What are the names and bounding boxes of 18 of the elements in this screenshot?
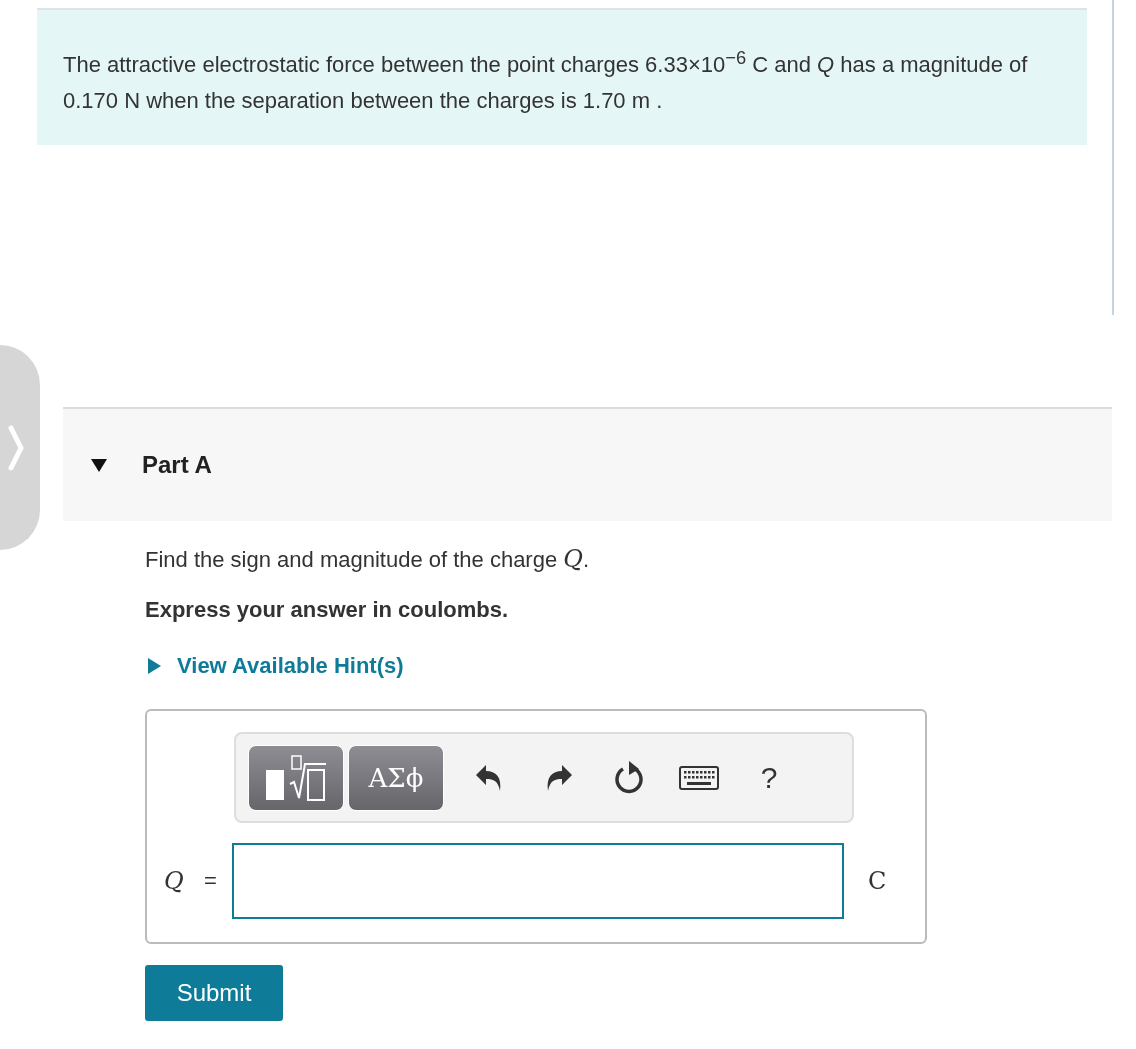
equals-sign: = <box>204 868 218 895</box>
help-button[interactable]: ? <box>740 744 798 811</box>
unit-label: C <box>868 867 887 896</box>
part-title: Part A <box>142 451 212 480</box>
submit-button[interactable]: Submit <box>145 965 283 1022</box>
keyboard-icon <box>679 765 719 790</box>
problem-statement: The attractive electrostatic force between the point charges 6.33×10$^{−6}$ C and Q has a magnitude of 0.170 N when the separation between the charges is 1.70 m . <box>37 8 1087 146</box>
fraction-root-icon <box>264 753 328 802</box>
reset-icon <box>613 760 645 795</box>
question-text: Find the sign and magnitude of the charge Q. <box>145 545 590 574</box>
answer-field[interactable] <box>232 843 844 920</box>
expand-triangle-icon <box>145 657 163 676</box>
chevron-right-icon <box>8 423 24 472</box>
templates-button[interactable] <box>248 744 344 811</box>
greek-letters-button[interactable]: ΑΣϕ <box>348 744 444 811</box>
part-header[interactable]: Part A <box>63 407 1112 522</box>
answer-instruction: Express your answer in coulombs. <box>145 597 509 624</box>
variable-label: Q <box>164 867 185 896</box>
